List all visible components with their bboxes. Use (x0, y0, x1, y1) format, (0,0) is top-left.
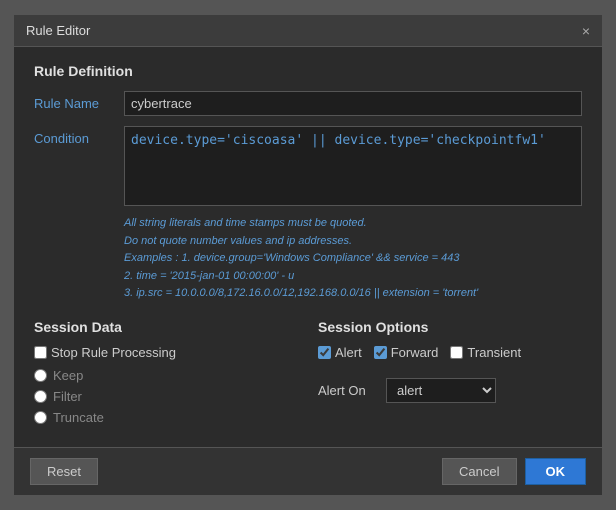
dialog-titlebar: Rule Editor × (14, 15, 602, 47)
stop-rule-checkbox[interactable] (34, 346, 47, 359)
hint-line-2: Do not quote number values and ip addres… (124, 235, 352, 247)
condition-textarea[interactable] (124, 126, 582, 206)
stop-rule-label: Stop Rule Processing (51, 345, 176, 360)
truncate-radio[interactable] (34, 411, 47, 424)
session-data-col: Session Data Stop Rule Processing Keep F… (34, 319, 298, 431)
rule-editor-dialog: Rule Editor × Rule Definition Rule Name … (13, 14, 603, 496)
alert-label: Alert (335, 345, 362, 360)
alert-on-row: Alert On alert forward all (318, 378, 582, 403)
stop-rule-row: Stop Rule Processing (34, 345, 298, 360)
dialog-body: Rule Definition Rule Name Condition All … (14, 47, 602, 447)
condition-control: All string literals and time stamps must… (124, 126, 582, 303)
session-options-title: Session Options (318, 319, 582, 335)
forward-checkbox[interactable] (374, 346, 387, 359)
truncate-row: Truncate (34, 410, 298, 425)
session-options-col: Session Options Alert Forward Transient (318, 319, 582, 431)
hint-line-1: All string literals and time stamps must… (124, 217, 367, 229)
cancel-button[interactable]: Cancel (442, 458, 516, 485)
alert-on-select[interactable]: alert forward all (386, 378, 496, 403)
filter-label: Filter (53, 389, 82, 404)
alert-row: Alert (318, 345, 362, 360)
rule-name-input[interactable] (124, 91, 582, 116)
reset-button[interactable]: Reset (30, 458, 98, 485)
forward-label: Forward (391, 345, 439, 360)
transient-label: Transient (467, 345, 521, 360)
close-button[interactable]: × (582, 24, 590, 38)
filter-row: Filter (34, 389, 298, 404)
rule-name-row: Rule Name (34, 91, 582, 116)
rule-definition-title: Rule Definition (34, 63, 582, 79)
hint-line-3: Examples : 1. device.group='Windows Comp… (124, 252, 460, 264)
transient-row: Transient (450, 345, 521, 360)
hint-text: All string literals and time stamps must… (124, 215, 582, 303)
hint-line-5: 3. ip.src = 10.0.0.0/8,172.16.0.0/12,192… (124, 287, 478, 299)
alert-checkbox[interactable] (318, 346, 331, 359)
dialog-footer: Reset Cancel OK (14, 447, 602, 495)
alert-on-label: Alert On (318, 383, 378, 398)
condition-row: Condition All string literals and time s… (34, 126, 582, 303)
truncate-label: Truncate (53, 410, 104, 425)
keep-row: Keep (34, 368, 298, 383)
two-col-section: Session Data Stop Rule Processing Keep F… (34, 319, 582, 431)
session-data-title: Session Data (34, 319, 298, 335)
ok-button[interactable]: OK (525, 458, 587, 485)
condition-label: Condition (34, 126, 124, 146)
forward-row: Forward (374, 345, 439, 360)
footer-right: Cancel OK (442, 458, 586, 485)
rule-name-control (124, 91, 582, 116)
hint-line-4: 2. time = '2015-jan-01 00:00:00' - u (124, 270, 294, 282)
rule-name-label: Rule Name (34, 91, 124, 111)
session-options-checkboxes: Alert Forward Transient (318, 345, 582, 368)
keep-radio[interactable] (34, 369, 47, 382)
filter-radio[interactable] (34, 390, 47, 403)
keep-label: Keep (53, 368, 83, 383)
transient-checkbox[interactable] (450, 346, 463, 359)
dialog-title: Rule Editor (26, 23, 90, 38)
